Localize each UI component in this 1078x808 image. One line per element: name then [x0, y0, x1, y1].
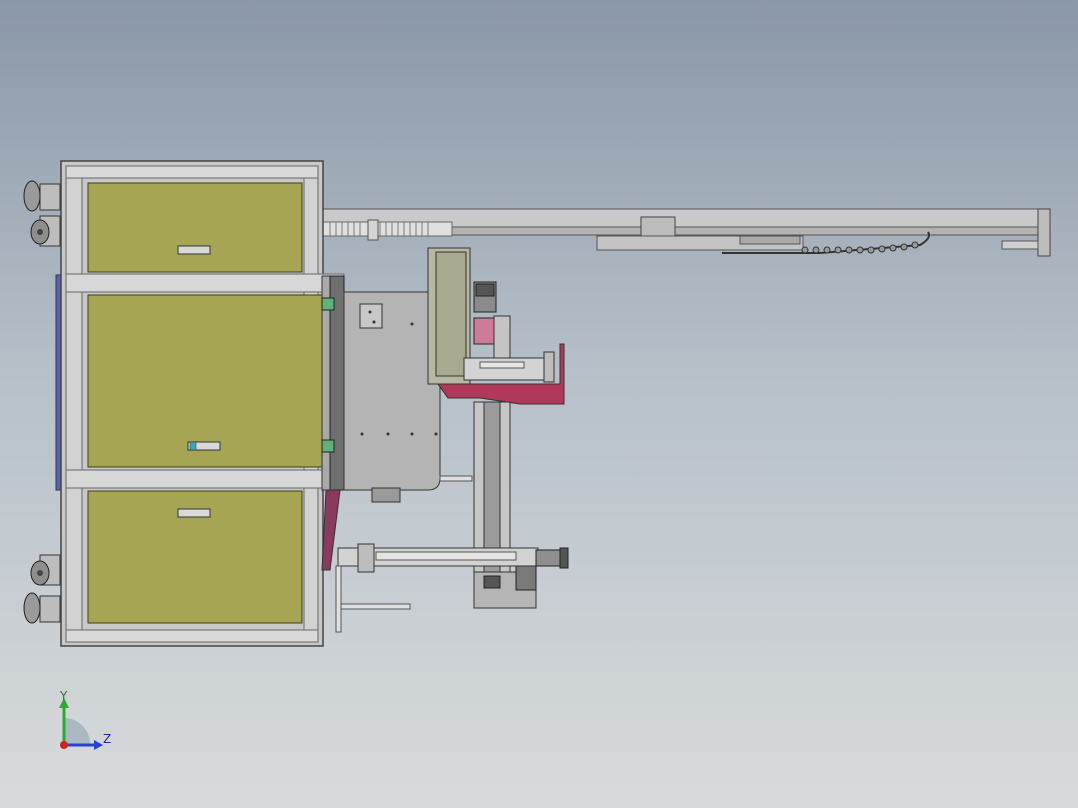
drawer-top[interactable]	[87, 182, 303, 273]
caster-bottom-left[interactable]	[23, 554, 61, 624]
origin-dot	[60, 741, 68, 749]
orientation-triad[interactable]: Y Z	[59, 689, 111, 750]
drawer-bottom[interactable]	[87, 490, 303, 624]
z-axis-arrowhead	[94, 740, 103, 750]
caster-top-left[interactable]	[23, 180, 61, 247]
guide-rod-mid	[439, 475, 473, 482]
guide-rod-vertical	[335, 565, 342, 633]
drawer-middle[interactable]	[87, 294, 325, 468]
mounting-plate[interactable]	[321, 275, 345, 491]
drawer-handle-bottom	[177, 508, 211, 518]
drawer-handle-top	[177, 245, 211, 255]
vertical-linear-module[interactable]	[473, 401, 537, 609]
guide-rod-lower	[337, 603, 411, 610]
lead-screw	[321, 219, 453, 241]
z-axis-label: Z	[103, 732, 111, 746]
assembly-drawing: Y Z	[23, 160, 1051, 750]
cad-viewport[interactable]: Y Z	[0, 0, 1078, 808]
gear-housing[interactable]	[343, 291, 441, 503]
y-axis-label: Y	[59, 689, 68, 703]
diagonal-brace	[321, 489, 341, 571]
